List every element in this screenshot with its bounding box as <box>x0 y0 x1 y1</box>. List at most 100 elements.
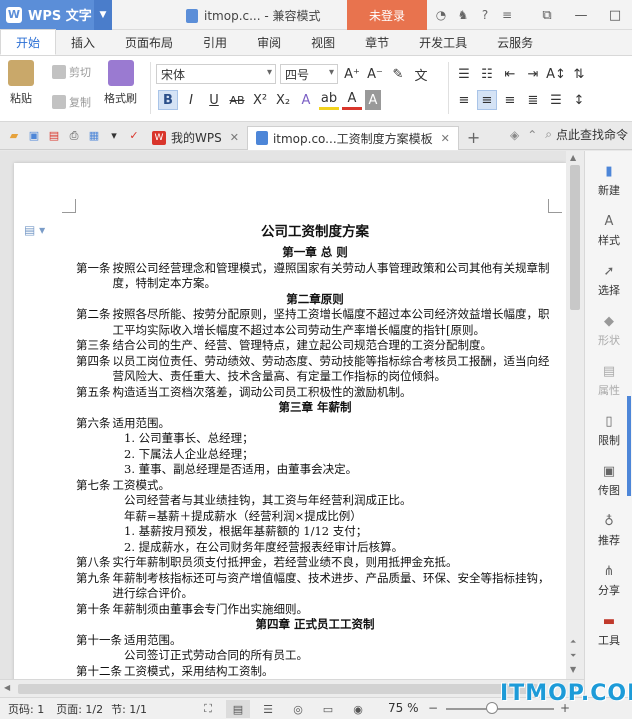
text-effect-icon[interactable]: A <box>296 90 316 110</box>
login-button[interactable]: 未登录 <box>347 0 427 30</box>
fullscreen-icon[interactable]: ⛶ <box>196 700 220 718</box>
superscript-icon[interactable]: X² <box>250 90 270 110</box>
tab-developer[interactable]: 开发工具 <box>404 29 482 55</box>
scroll-left-icon[interactable]: ◀ <box>4 683 10 692</box>
align-center-icon[interactable]: ≡ <box>477 90 497 110</box>
underline-icon[interactable]: U <box>204 90 224 110</box>
doc-outline-icon[interactable]: ▤ ▾ <box>24 223 45 237</box>
zoom-out-icon[interactable]: − <box>428 701 438 715</box>
justify-icon[interactable]: ≣ <box>523 90 543 110</box>
restore-icon[interactable]: ⧉ <box>530 0 564 30</box>
page-view-icon[interactable]: ▤ <box>226 700 250 718</box>
reading-view-icon[interactable]: ▭ <box>316 700 340 718</box>
page-number[interactable]: 页码: 1 <box>8 701 44 717</box>
font-color-icon[interactable]: A <box>342 90 362 110</box>
pane-properties[interactable]: ▤ 属性 <box>585 363 632 398</box>
pane-tools[interactable]: ▬ 工具 <box>585 613 632 648</box>
help-icon[interactable]: ? <box>474 8 496 22</box>
align-right-icon[interactable]: ≡ <box>500 90 520 110</box>
pane-select[interactable]: ➚ 选择 <box>585 263 632 298</box>
vertical-scrollbar[interactable]: ▲ ⏶ ⏷ ▼ <box>566 151 584 679</box>
scroll-thumb[interactable] <box>570 165 580 310</box>
pane-upload-image[interactable]: ▣ 传图 <box>585 463 632 498</box>
zoom-slider-track[interactable] <box>446 708 554 710</box>
align-left-icon[interactable]: ≡ <box>454 90 474 110</box>
char-shading-icon[interactable]: A <box>365 90 381 110</box>
shirt-icon[interactable]: ♞ <box>452 8 474 22</box>
backup-icon[interactable]: ◈ <box>510 128 519 142</box>
italic-icon[interactable]: I <box>181 90 201 110</box>
pane-restrict[interactable]: ▯ 限制 <box>585 413 632 448</box>
pane-shape[interactable]: ◆ 形状 <box>585 313 632 348</box>
text-direction-icon[interactable]: A↕ <box>546 64 566 84</box>
format-painter-button[interactable]: 格式刷 <box>104 60 137 106</box>
preview-icon[interactable]: ▦ <box>84 127 104 145</box>
pinyin-icon[interactable]: 文 <box>411 64 431 84</box>
eye-protection-icon[interactable]: ◉ <box>346 700 370 718</box>
tab-cloud[interactable]: 云服务 <box>482 29 548 55</box>
cut-button[interactable]: 剪切 <box>52 64 91 80</box>
scroll-down-icon[interactable]: ▼ <box>570 665 576 674</box>
paste-button[interactable]: 粘贴 <box>8 60 34 106</box>
collapse-icon[interactable]: ⌃ <box>527 128 537 142</box>
zoom-level[interactable]: 75 % <box>388 701 419 715</box>
outline-view-icon[interactable]: ☰ <box>256 700 280 718</box>
tab-insert[interactable]: 插入 <box>56 29 110 55</box>
font-grow-icon[interactable]: A⁺ <box>342 64 362 84</box>
tab-section[interactable]: 章节 <box>350 29 404 55</box>
scroll-up-icon[interactable]: ▲ <box>570 153 576 162</box>
font-shrink-icon[interactable]: A⁻ <box>365 64 385 84</box>
bold-icon[interactable]: B <box>158 90 178 110</box>
pane-styles[interactable]: A 样式 <box>585 213 632 248</box>
distribute-icon[interactable]: ☰ <box>546 90 566 110</box>
pane-new[interactable]: ▮ 新建 <box>585 163 632 198</box>
tab-page-layout[interactable]: 页面布局 <box>110 29 188 55</box>
font-name-select[interactable]: 宋体 <box>156 64 276 84</box>
pane-share[interactable]: ⋔ 分享 <box>585 563 632 598</box>
close-icon[interactable]: ✕ <box>441 132 450 145</box>
open-icon[interactable]: ▰ <box>4 127 24 145</box>
tab-document[interactable]: itmop.co...工资制度方案模板 ✕ <box>246 125 459 150</box>
tab-home[interactable]: 开始 <box>0 29 57 55</box>
chevron-down-icon[interactable]: ▼ <box>94 0 112 30</box>
tab-my-wps[interactable]: W 我的WPS ✕ <box>144 126 247 150</box>
line-spacing-icon[interactable]: ↕ <box>569 90 589 110</box>
bullet-list-icon[interactable]: ☰ <box>454 64 474 84</box>
chevron-down-icon[interactable]: ▾ <box>104 127 124 145</box>
scroll-thumb[interactable] <box>18 684 538 694</box>
close-icon[interactable]: ✕ <box>230 131 239 144</box>
article-number: 第一条 <box>76 260 111 275</box>
new-tab-button[interactable]: + <box>459 126 488 150</box>
maximize-icon[interactable]: □ <box>598 0 632 30</box>
number-list-icon[interactable]: ☷ <box>477 64 497 84</box>
zoom-slider-thumb[interactable] <box>486 702 498 714</box>
font-size-select[interactable]: 四号 <box>280 64 338 84</box>
pin-icon[interactable]: ✓ <box>124 127 144 145</box>
pane-recommend[interactable]: ♁ 推荐 <box>585 513 632 548</box>
tab-review[interactable]: 审阅 <box>242 29 296 55</box>
skin-icon[interactable]: ◔ <box>430 8 452 22</box>
tab-view[interactable]: 视图 <box>296 29 350 55</box>
indent-decrease-icon[interactable]: ⇤ <box>500 64 520 84</box>
tab-references[interactable]: 引用 <box>188 29 242 55</box>
minimize-icon[interactable]: — <box>564 0 598 30</box>
next-page-icon[interactable]: ⏷ <box>570 651 576 661</box>
clear-format-icon[interactable]: ✎ <box>388 64 408 84</box>
strikethrough-icon[interactable]: AB <box>227 90 247 110</box>
search-icon[interactable]: ⌕ <box>545 127 552 142</box>
pdf-icon[interactable]: ▤ <box>44 127 64 145</box>
menu-icon[interactable]: ≡ <box>496 8 518 22</box>
subscript-icon[interactable]: X₂ <box>273 90 293 110</box>
indent-increase-icon[interactable]: ⇥ <box>523 64 543 84</box>
web-view-icon[interactable]: ◎ <box>286 700 310 718</box>
command-search[interactable]: 点此查找命令 <box>556 126 628 143</box>
copy-button[interactable]: 复制 <box>52 94 91 110</box>
document-page[interactable]: ▤ ▾ 公司工资制度方案 第一章 总 则 第一条 按照公司经营理念和管理模式，遵照… <box>14 163 566 679</box>
highlight-icon[interactable]: ab <box>319 90 339 110</box>
prev-page-icon[interactable]: ⏶ <box>570 637 576 647</box>
wps-app-menu[interactable]: W WPS 文字 ▼ <box>0 0 112 30</box>
save-icon[interactable]: ▣ <box>24 127 44 145</box>
horizontal-scrollbar[interactable]: ◀ ▶ <box>0 679 584 697</box>
sort-icon[interactable]: ⇅ <box>569 64 589 84</box>
print-icon[interactable]: ⎙ <box>64 127 84 145</box>
